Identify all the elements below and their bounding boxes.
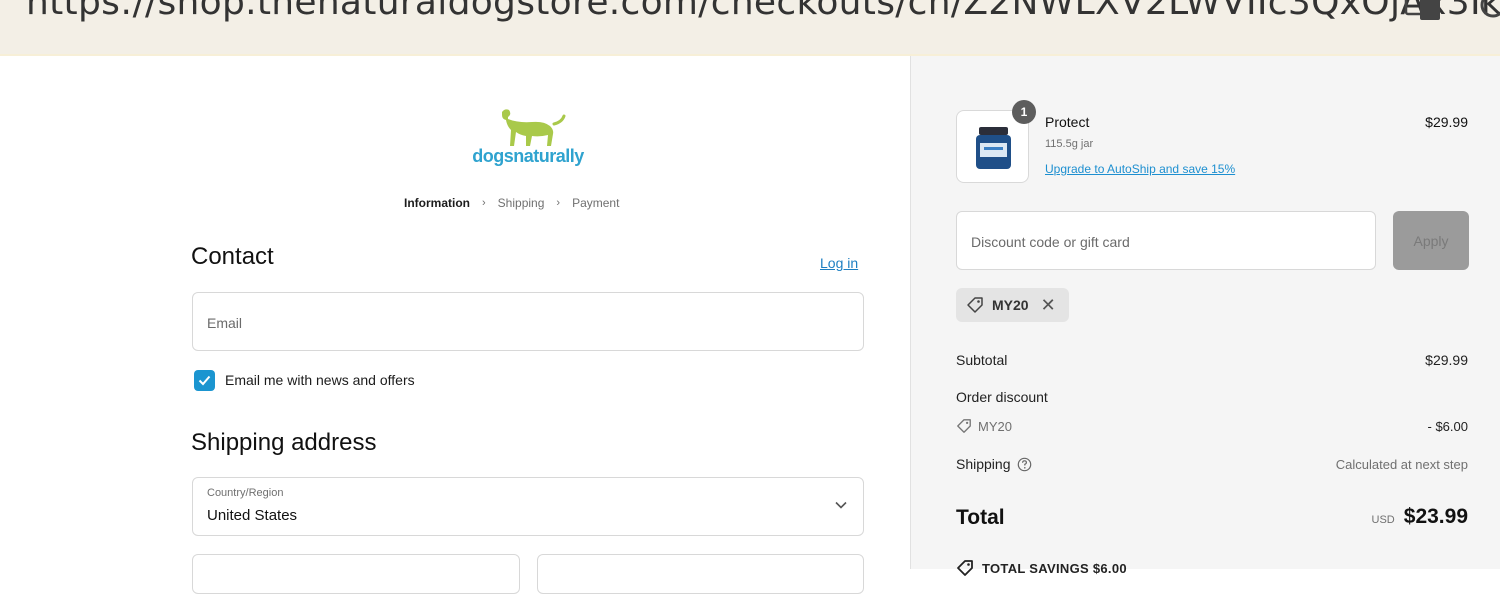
checkmark-icon (198, 375, 211, 386)
product-name: Protect (1045, 114, 1090, 130)
subtotal-label: Subtotal (956, 352, 1008, 368)
remove-discount-icon[interactable]: ✕ (1041, 296, 1056, 314)
checkout-breadcrumb: Information › Shipping › Payment (404, 196, 619, 210)
dog-logo-icon (502, 109, 566, 146)
apply-button[interactable]: Apply (1393, 211, 1469, 270)
first-name-field[interactable] (192, 554, 520, 594)
checkout-main: dogsnaturally Information › Shipping › P… (0, 56, 910, 594)
address-url[interactable]: https://shop.thenaturaldogstore.com/chec… (26, 0, 1500, 23)
shipping-label: Shipping (956, 456, 1011, 472)
country-value: United States (207, 507, 298, 524)
logo-wordmark: dogsnaturally (472, 146, 584, 166)
order-summary: 1 Protect 115.5g jar Upgrade to AutoShip… (910, 56, 1500, 576)
shipping-address-heading: Shipping address (191, 429, 377, 456)
reload-icon[interactable] (1478, 0, 1500, 20)
total-label: Total (956, 506, 1005, 529)
breadcrumb-information: Information (404, 196, 470, 210)
order-discount-label: Order discount (956, 389, 1048, 405)
login-link[interactable]: Log in (820, 255, 858, 271)
tag-icon (957, 560, 973, 576)
product-variant: 115.5g jar (1045, 138, 1094, 150)
browser-address-bar: https://shop.thenaturaldogstore.com/chec… (0, 0, 1500, 56)
total-value: USD $23.99 (1372, 505, 1468, 529)
chevron-right-icon: › (556, 197, 561, 209)
store-logo[interactable]: dogsnaturally (472, 104, 584, 174)
applied-discount-chip: MY20 ✕ (956, 288, 1069, 322)
tag-icon (957, 419, 971, 433)
order-discount-value: - $6.00 (1427, 419, 1468, 434)
discount-code-input[interactable]: Discount code or gift card (956, 211, 1376, 270)
shipping-row-label: Shipping (956, 456, 1032, 472)
email-field[interactable]: Email (192, 292, 864, 351)
order-discount-code: MY20 (978, 418, 1012, 434)
product-price: $29.99 (1425, 114, 1468, 130)
tag-icon (967, 297, 983, 313)
last-name-field[interactable] (537, 554, 864, 594)
total-savings-text: TOTAL SAVINGS $6.00 (982, 560, 1127, 576)
country-select[interactable]: Country/Region United States (192, 477, 864, 536)
applied-code: MY20 (992, 297, 1029, 313)
translate-icon[interactable] (1404, 0, 1442, 20)
total-amount: $23.99 (1403, 505, 1468, 528)
chevron-right-icon: › (482, 197, 486, 209)
newsletter-label[interactable]: Email me with news and offers (225, 372, 415, 388)
country-label: Country/Region (207, 487, 284, 499)
shipping-value: Calculated at next step (1335, 457, 1468, 472)
order-discount-code-row: MY20 (956, 418, 1012, 434)
total-currency: USD (1371, 514, 1395, 526)
total-savings: TOTAL SAVINGS $6.00 (956, 559, 1127, 577)
quantity-badge: 1 (1012, 100, 1036, 124)
autoship-upgrade-link[interactable]: Upgrade to AutoShip and save 15% (1045, 162, 1235, 176)
breadcrumb-shipping[interactable]: Shipping (498, 196, 545, 210)
newsletter-checkbox[interactable] (194, 370, 215, 391)
contact-heading: Contact (191, 243, 274, 270)
chevron-down-icon (835, 501, 847, 509)
breadcrumb-payment[interactable]: Payment (572, 196, 619, 210)
email-placeholder: Email (207, 315, 243, 331)
help-circle-icon[interactable] (1017, 457, 1032, 472)
discount-placeholder: Discount code or gift card (971, 234, 1130, 250)
subtotal-value: $29.99 (1425, 352, 1468, 368)
